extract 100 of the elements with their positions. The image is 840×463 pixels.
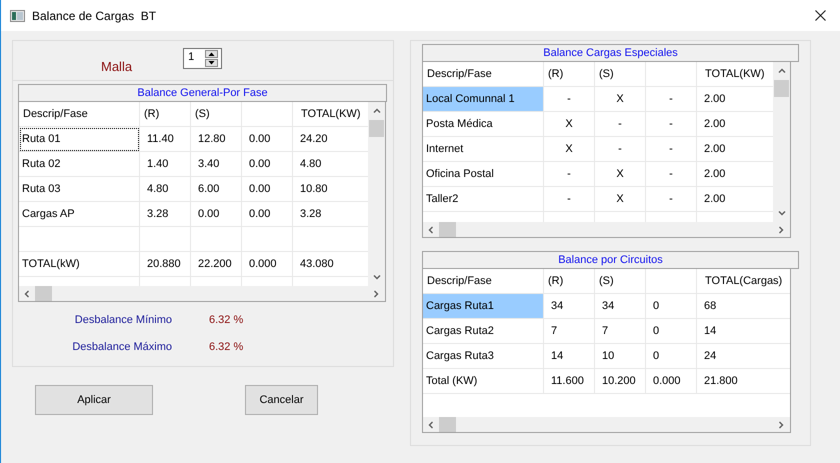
table-cell: 0.000: [646, 369, 697, 394]
scrollbar-thumb[interactable]: [35, 286, 52, 301]
table-cell: Cargas Ruta3: [423, 344, 544, 369]
spin-down-icon[interactable]: [205, 59, 218, 67]
table-cell: 1.40: [140, 152, 191, 177]
window-icon: [10, 10, 25, 22]
table-cell: 20.880: [140, 252, 191, 277]
table-cell: Internet: [423, 137, 544, 162]
table-cell: 0.00: [242, 127, 293, 152]
table-cell: 12.80: [191, 127, 242, 152]
table-cell: X: [595, 162, 646, 187]
table-cell: 0: [646, 294, 697, 319]
table-cell: X: [544, 137, 595, 162]
vertical-scrollbar[interactable]: [368, 102, 385, 286]
table-cell: 0.00: [191, 202, 242, 227]
table-cell: 0.00: [242, 177, 293, 202]
scrollbar-thumb[interactable]: [774, 80, 789, 97]
vertical-scrollbar[interactable]: [773, 62, 790, 222]
table-cell: -: [595, 112, 646, 137]
table-cell: Oficina Postal: [423, 162, 544, 187]
horizontal-scrollbar[interactable]: [423, 222, 790, 237]
table-cell: TOTAL(kW): [19, 252, 140, 277]
table-cell: -: [646, 87, 697, 112]
horizontal-scrollbar[interactable]: [19, 286, 385, 301]
scroll-down-icon[interactable]: [372, 273, 380, 281]
column-header: [242, 102, 293, 127]
table-cell: Taller2: [423, 187, 544, 212]
dialog-button[interactable]: Aplicar: [35, 385, 153, 415]
table-cell: 0.00: [242, 152, 293, 177]
imbalance-value: 6.32 %: [209, 314, 244, 328]
table-cell: Cargas AP: [19, 202, 140, 227]
scroll-down-icon[interactable]: [778, 209, 786, 217]
spin-up-icon[interactable]: [205, 50, 218, 58]
table-cell: 7: [595, 319, 646, 344]
scrollbar-thumb[interactable]: [369, 120, 384, 137]
table-cell: Cargas Ruta2: [423, 319, 544, 344]
table-cell: 14: [697, 319, 790, 344]
grid-title: Balance por Circuitos: [422, 251, 799, 269]
table-cell: 34: [595, 294, 646, 319]
table-cell: 0: [646, 344, 697, 369]
column-header: [646, 62, 697, 87]
column-header: TOTAL(Cargas): [697, 269, 790, 294]
column-header: (S): [191, 102, 242, 127]
table-cell: 0.00: [242, 202, 293, 227]
table-cell: Total (KW): [423, 369, 544, 394]
column-header: [646, 269, 697, 294]
grid-title: Balance Cargas Especiales: [422, 44, 799, 62]
grid-title: Balance General-Por Fase: [18, 84, 387, 102]
table-cell: 3.40: [191, 152, 242, 177]
scrollbar-thumb[interactable]: [439, 222, 456, 237]
table-cell: Posta Médica: [423, 112, 544, 137]
table-cell: X: [544, 112, 595, 137]
scroll-up-icon[interactable]: [372, 107, 380, 115]
table-cell: X: [595, 87, 646, 112]
column-header: Descrip/Fase: [19, 102, 140, 127]
scroll-left-icon[interactable]: [427, 420, 435, 428]
scroll-right-icon[interactable]: [777, 420, 785, 428]
table-cell: 11.40: [140, 127, 191, 152]
table-cell: -: [544, 187, 595, 212]
table-cell: 3.28: [140, 202, 191, 227]
scroll-right-icon[interactable]: [372, 290, 380, 298]
table-cell: 14: [544, 344, 595, 369]
table-cell: Ruta 01: [19, 127, 140, 152]
column-header: (R): [544, 269, 595, 294]
table-cell: 6.00: [191, 177, 242, 202]
malla-label: Malla: [101, 59, 132, 74]
table-cell: -: [595, 137, 646, 162]
table-cell: Local Comunnal 1: [423, 87, 544, 112]
column-header: (R): [544, 62, 595, 87]
table-cell: Cargas Ruta1: [423, 294, 544, 319]
column-header: (S): [595, 62, 646, 87]
horizontal-scrollbar[interactable]: [423, 417, 790, 432]
table-cell: -: [544, 87, 595, 112]
table-cell: 21.800: [697, 369, 790, 394]
table-cell: 10: [595, 344, 646, 369]
table-cell: -: [646, 187, 697, 212]
imbalance-value: 6.32 %: [209, 341, 244, 355]
scrollbar-thumb[interactable]: [439, 417, 456, 432]
dialog-button[interactable]: Cancelar: [245, 385, 318, 415]
scroll-right-icon[interactable]: [777, 226, 785, 234]
table-cell: 0.000: [242, 252, 293, 277]
scroll-left-icon[interactable]: [23, 290, 31, 298]
table-cell: 11.600: [544, 369, 595, 394]
table-cell: 34: [544, 294, 595, 319]
table-cell: 0: [646, 319, 697, 344]
close-icon[interactable]: [815, 10, 826, 21]
scroll-left-icon[interactable]: [427, 226, 435, 234]
scroll-up-icon[interactable]: [778, 67, 786, 75]
column-header: (R): [140, 102, 191, 127]
imbalance-label: Desbalance Máximo: [71, 341, 172, 355]
table-cell: 4.80: [140, 177, 191, 202]
table-cell: Ruta 02: [19, 152, 140, 177]
table-cell: -: [646, 137, 697, 162]
spin-field[interactable]: 1: [183, 48, 222, 69]
table-cell: -: [646, 112, 697, 137]
table-cell: X: [595, 187, 646, 212]
window-title: Balance de Cargas BT: [32, 8, 156, 22]
table-cell: -: [646, 162, 697, 187]
table-cell: 10.200: [595, 369, 646, 394]
table-cell: 7: [544, 319, 595, 344]
